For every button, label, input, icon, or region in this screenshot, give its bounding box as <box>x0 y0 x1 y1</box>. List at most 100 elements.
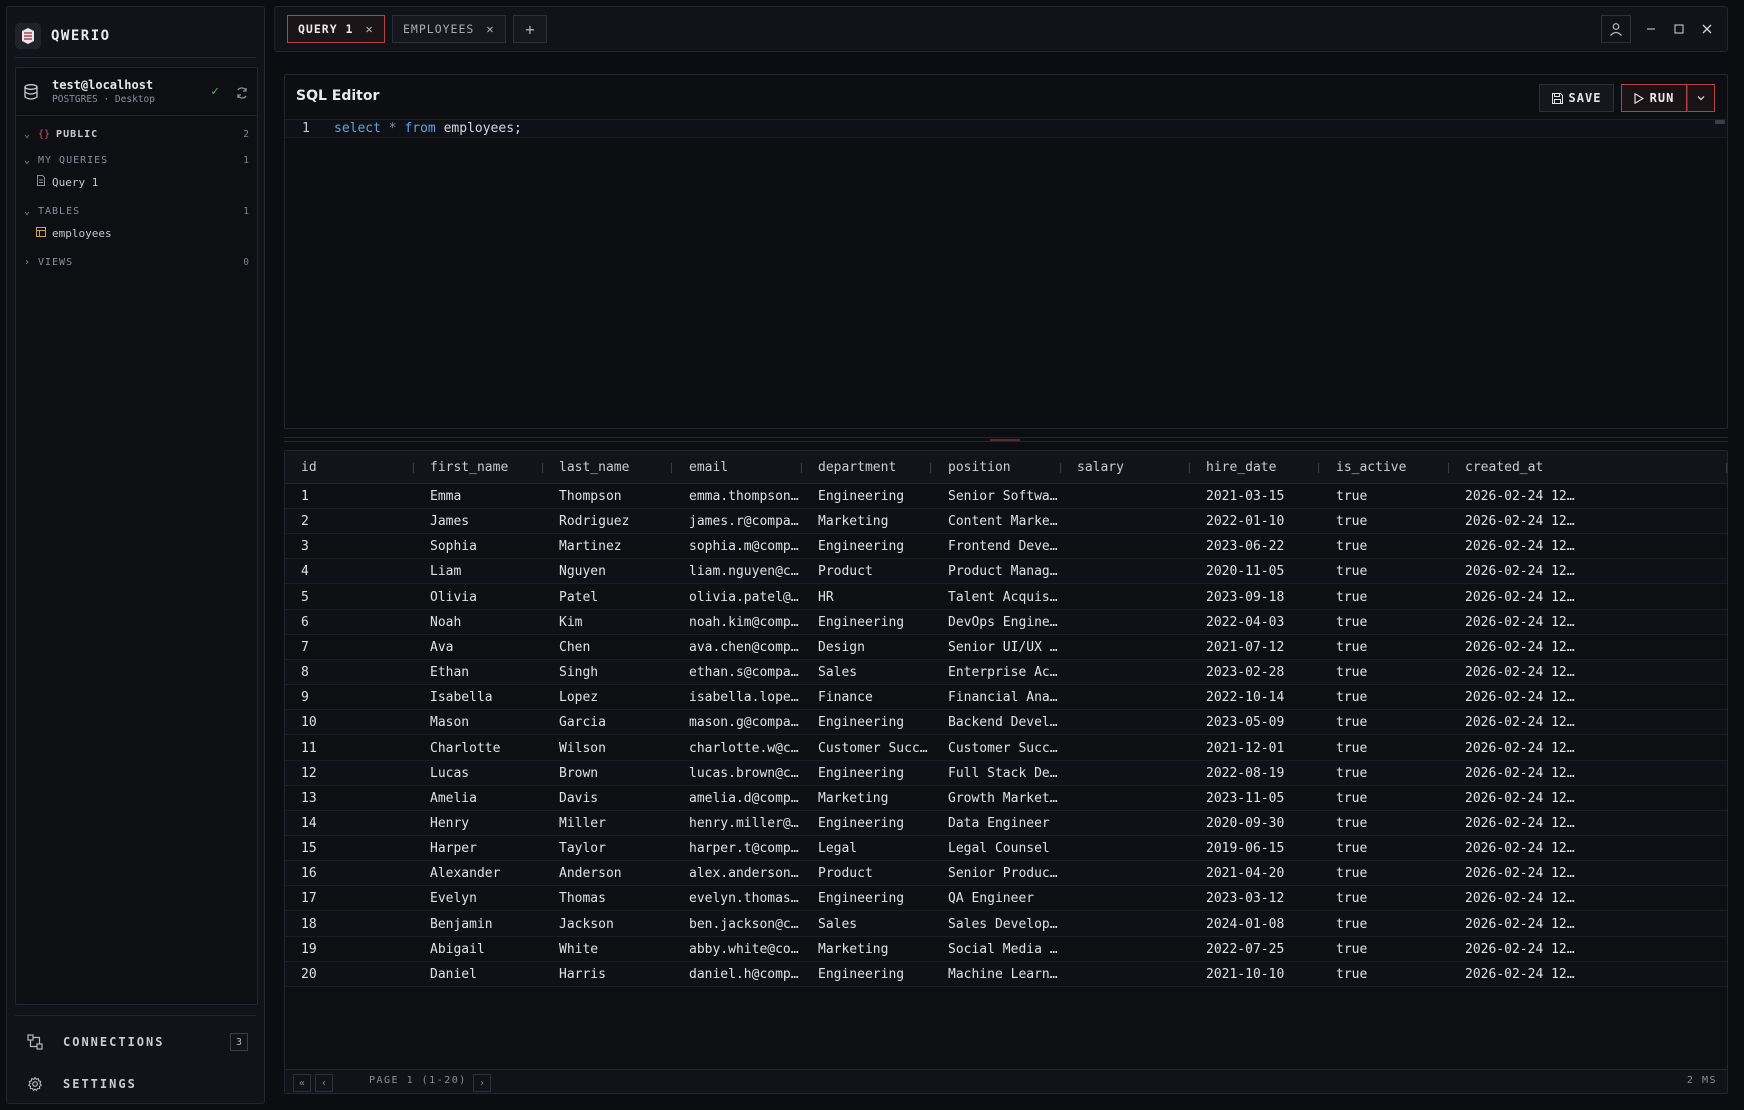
next-page-button[interactable]: › <box>473 1074 491 1092</box>
cell-is-active[interactable]: true <box>1320 710 1449 735</box>
cell-position[interactable]: Machine Learn… <box>932 962 1061 987</box>
cell-last-name[interactable]: Taylor <box>543 836 672 861</box>
table-row[interactable]: 14 Henry Miller henry.miller@… Engineering Da… <box>285 810 1727 836</box>
cell-department[interactable]: Engineering <box>802 610 931 635</box>
cell-position[interactable]: Backend Devel… <box>932 710 1061 735</box>
cell-department[interactable]: Engineering <box>802 534 931 559</box>
cell-salary[interactable] <box>1061 685 1190 710</box>
cell-email[interactable]: evelyn.thomas… <box>673 886 802 911</box>
cell-email[interactable]: henry.miller@… <box>673 811 802 836</box>
cell-id[interactable]: 18 <box>285 912 414 937</box>
cell-created-at[interactable]: 2026-02-24 12… <box>1449 585 1727 610</box>
nav-settings[interactable]: SETTINGS <box>15 1069 258 1099</box>
cell-hire-date[interactable]: 2020-11-05 <box>1190 559 1319 584</box>
run-options-button[interactable] <box>1687 84 1715 112</box>
cell-position[interactable]: DevOps Engine… <box>932 610 1061 635</box>
cell-id[interactable]: 20 <box>285 962 414 987</box>
cell-department[interactable]: Finance <box>802 685 931 710</box>
cell-salary[interactable] <box>1061 484 1190 509</box>
group-tables[interactable]: ⌄ TABLES 1 <box>16 201 257 221</box>
column-resize-handle[interactable] <box>930 463 931 473</box>
cell-position[interactable]: Senior Softwa… <box>932 484 1061 509</box>
cell-salary[interactable] <box>1061 585 1190 610</box>
connection-item[interactable]: test@localhost POSTGRES · Desktop ✓ <box>16 68 257 116</box>
column-header-created-at[interactable]: created_at <box>1449 451 1727 484</box>
cell-hire-date[interactable]: 2023-02-28 <box>1190 660 1319 685</box>
cell-is-active[interactable]: true <box>1320 484 1449 509</box>
cell-last-name[interactable]: Anderson <box>543 861 672 886</box>
cell-hire-date[interactable]: 2023-05-09 <box>1190 710 1319 735</box>
cell-salary[interactable] <box>1061 912 1190 937</box>
cell-is-active[interactable]: true <box>1320 534 1449 559</box>
cell-hire-date[interactable]: 2021-04-20 <box>1190 861 1319 886</box>
cell-salary[interactable] <box>1061 761 1190 786</box>
cell-position[interactable]: Sales Develop… <box>932 912 1061 937</box>
cell-email[interactable]: ethan.s@compa… <box>673 660 802 685</box>
cell-is-active[interactable]: true <box>1320 635 1449 660</box>
cell-id[interactable]: 1 <box>285 484 414 509</box>
editor-scrollbar[interactable] <box>1715 120 1725 124</box>
cell-created-at[interactable]: 2026-02-24 12… <box>1449 610 1727 635</box>
cell-is-active[interactable]: true <box>1320 886 1449 911</box>
cell-first-name[interactable]: Mason <box>414 710 543 735</box>
cell-salary[interactable] <box>1061 937 1190 962</box>
cell-email[interactable]: charlotte.w@c… <box>673 736 802 761</box>
close-icon[interactable]: ✕ <box>486 22 494 36</box>
cell-department[interactable]: Customer Succ… <box>802 736 931 761</box>
column-header-department[interactable]: department <box>802 451 931 484</box>
cell-last-name[interactable]: Singh <box>543 660 672 685</box>
cell-is-active[interactable]: true <box>1320 610 1449 635</box>
cell-created-at[interactable]: 2026-02-24 12… <box>1449 635 1727 660</box>
column-header-salary[interactable]: salary <box>1061 451 1190 484</box>
cell-salary[interactable] <box>1061 962 1190 987</box>
cell-last-name[interactable]: Harris <box>543 962 672 987</box>
cell-last-name[interactable]: Wilson <box>543 736 672 761</box>
cell-last-name[interactable]: White <box>543 937 672 962</box>
cell-created-at[interactable]: 2026-02-24 12… <box>1449 962 1727 987</box>
cell-first-name[interactable]: Evelyn <box>414 886 543 911</box>
table-row[interactable]: 15 Harper Taylor harper.t@comp… Legal Legal C… <box>285 836 1727 862</box>
column-resize-handle[interactable] <box>671 463 672 473</box>
table-row[interactable]: 6 Noah Kim noah.kim@comp… Engineering DevOps … <box>285 609 1727 635</box>
cell-first-name[interactable]: Noah <box>414 610 543 635</box>
cell-created-at[interactable]: 2026-02-24 12… <box>1449 786 1727 811</box>
cell-is-active[interactable]: true <box>1320 937 1449 962</box>
cell-position[interactable]: Product Manag… <box>932 559 1061 584</box>
query-item[interactable]: Query 1 <box>16 172 257 192</box>
cell-salary[interactable] <box>1061 610 1190 635</box>
cell-last-name[interactable]: Thompson <box>543 484 672 509</box>
cell-is-active[interactable]: true <box>1320 685 1449 710</box>
cell-department[interactable]: Sales <box>802 660 931 685</box>
cell-is-active[interactable]: true <box>1320 912 1449 937</box>
cell-email[interactable]: lucas.brown@c… <box>673 761 802 786</box>
cell-salary[interactable] <box>1061 660 1190 685</box>
cell-hire-date[interactable]: 2019-06-15 <box>1190 836 1319 861</box>
cell-id[interactable]: 15 <box>285 836 414 861</box>
cell-id[interactable]: 3 <box>285 534 414 559</box>
cell-created-at[interactable]: 2026-02-24 12… <box>1449 836 1727 861</box>
minimize-button[interactable] <box>1639 15 1663 43</box>
cell-hire-date[interactable]: 2021-10-10 <box>1190 962 1319 987</box>
prev-page-button[interactable]: ‹ <box>315 1074 333 1092</box>
cell-last-name[interactable]: Brown <box>543 761 672 786</box>
cell-is-active[interactable]: true <box>1320 660 1449 685</box>
save-button[interactable]: SAVE <box>1539 84 1614 112</box>
cell-hire-date[interactable]: 2021-03-15 <box>1190 484 1319 509</box>
cell-position[interactable]: Frontend Deve… <box>932 534 1061 559</box>
cell-first-name[interactable]: Isabella <box>414 685 543 710</box>
cell-salary[interactable] <box>1061 710 1190 735</box>
table-row[interactable]: 11 Charlotte Wilson charlotte.w@c… Customer … <box>285 736 1727 761</box>
cell-first-name[interactable]: Olivia <box>414 585 543 610</box>
group-views[interactable]: › VIEWS 0 <box>16 252 257 272</box>
cell-salary[interactable] <box>1061 509 1190 534</box>
cell-hire-date[interactable]: 2024-01-08 <box>1190 912 1319 937</box>
cell-first-name[interactable]: James <box>414 509 543 534</box>
cell-salary[interactable] <box>1061 786 1190 811</box>
table-row[interactable]: 8 Ethan Singh ethan.s@compa… Sales Enterprise… <box>285 660 1727 686</box>
cell-department[interactable]: Engineering <box>802 761 931 786</box>
cell-email[interactable]: ava.chen@comp… <box>673 635 802 660</box>
cell-last-name[interactable]: Nguyen <box>543 559 672 584</box>
column-header-position[interactable]: position <box>932 451 1061 484</box>
cell-is-active[interactable]: true <box>1320 761 1449 786</box>
cell-last-name[interactable]: Chen <box>543 635 672 660</box>
